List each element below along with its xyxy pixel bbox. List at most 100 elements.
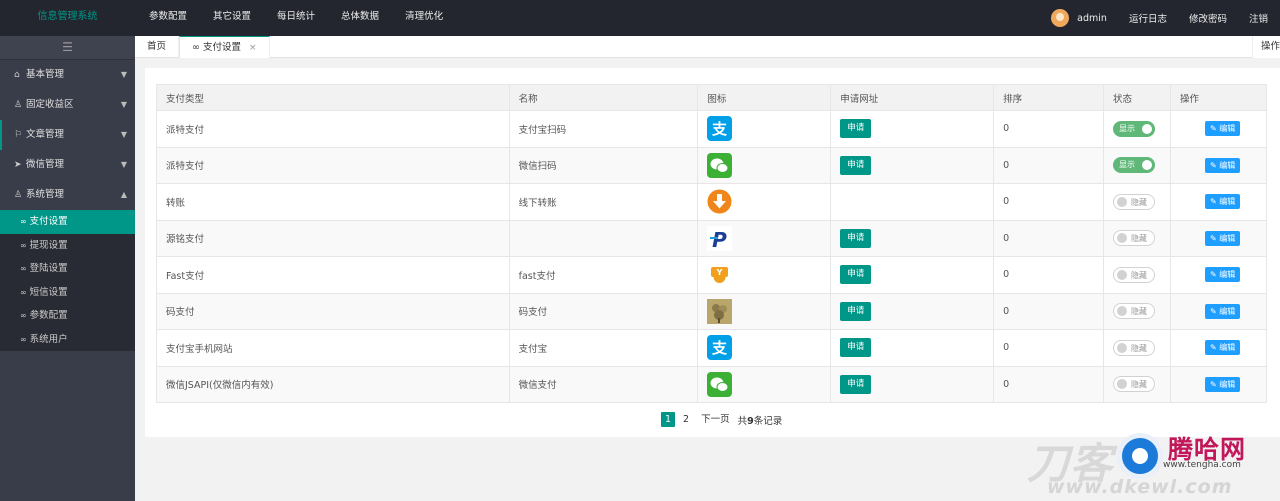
pagination: 1 2 下一页 共9条记录: [661, 412, 782, 427]
apply-url-cell: 申请: [830, 256, 995, 294]
apply-button[interactable]: 申请: [840, 374, 872, 394]
alipay-icon: 支: [707, 335, 733, 361]
actions-cell: ✎ 编辑: [1170, 219, 1267, 257]
edit-button[interactable]: ✎ 编辑: [1205, 340, 1241, 356]
sidebar-item-fixed-income[interactable]: ♙ 固定收益区 ▼: [0, 90, 135, 120]
logout-link[interactable]: 注销: [1249, 11, 1268, 25]
edit-button[interactable]: ✎ 编辑: [1205, 376, 1241, 392]
column-header: 申请网址: [830, 84, 995, 111]
payment-name-cell: 支付宝扫码: [508, 110, 699, 148]
payment-type-cell: 码支付: [156, 292, 510, 330]
chevron-down-icon: ▼: [120, 100, 127, 109]
actions-cell: ✎ 编辑: [1170, 365, 1267, 403]
topnav-item-other-settings[interactable]: 其它设置: [200, 0, 264, 36]
run-log-link[interactable]: 运行日志: [1129, 11, 1167, 25]
status-toggle[interactable]: 隐藏: [1113, 193, 1156, 210]
username[interactable]: admin: [1077, 13, 1107, 24]
edit-label: 编辑: [1219, 197, 1236, 207]
user-area: admin 运行日志 修改密码 注销: [1051, 0, 1280, 36]
sidebar-toggle-icon[interactable]: ☰: [0, 36, 135, 60]
submenu-item-sms-settings[interactable]: ∞ 短信设置: [0, 281, 135, 305]
alipay-icon: 支: [707, 116, 733, 142]
chevron-down-icon: ▼: [120, 130, 127, 139]
submenu-item-param-config[interactable]: ∞ 参数配置: [0, 304, 135, 328]
submenu-item-system-users[interactable]: ∞ 系统用户: [0, 328, 135, 352]
status-toggle[interactable]: 显示: [1113, 157, 1156, 174]
wechat-icon: [707, 152, 733, 178]
tab-operations-button[interactable]: 操作: [1251, 36, 1280, 58]
apply-url-cell: [830, 183, 995, 221]
actions-cell: ✎ 编辑: [1170, 329, 1267, 367]
sort-cell: 0: [993, 329, 1105, 367]
status-toggle[interactable]: 显示: [1113, 120, 1156, 137]
payment-name-cell: [508, 219, 699, 257]
submenu-item-login-settings[interactable]: ∞ 登陆设置: [0, 257, 135, 281]
submenu-item-payment-settings[interactable]: ∞ 支付设置: [0, 210, 135, 234]
link-icon: ∞: [20, 334, 27, 344]
apply-button[interactable]: 申请: [840, 265, 872, 285]
payment-name-cell: 码支付: [508, 292, 699, 330]
table-row: 派特支付 支付宝扫码支 申请 0 显示 ✎ 编辑: [156, 110, 1267, 148]
topnav-item-daily-stats[interactable]: 每日统计: [264, 0, 328, 36]
topnav-item-cleanup[interactable]: 清理优化: [392, 0, 456, 36]
table-row: 码支付 码支付 申请 0 隐藏 ✎ 编辑: [156, 292, 1267, 330]
fast-pay-icon: Y: [707, 262, 733, 288]
sidebar-item-basic[interactable]: ⌂ 基本管理 ▼: [0, 60, 135, 90]
page-1-button[interactable]: 1: [661, 412, 676, 427]
svg-text:P: P: [713, 228, 728, 251]
column-header: 操作: [1170, 84, 1267, 111]
pencil-icon: ✎: [1210, 379, 1220, 389]
edit-button[interactable]: ✎ 编辑: [1205, 303, 1241, 319]
sidebar-item-label: 系统管理: [26, 189, 65, 200]
tab-payment-settings[interactable]: ∞ 支付设置 ×: [179, 36, 270, 58]
status-cell: 隐藏: [1103, 256, 1171, 294]
total-suffix: 条记录: [753, 415, 783, 427]
content-panel: 支付类型 名称 图标 申请网址 排序 状态 操作 派特支付 支付宝扫码支申请 0 显示…: [145, 68, 1280, 437]
edit-button[interactable]: ✎ 编辑: [1205, 194, 1241, 210]
edit-button[interactable]: ✎ 编辑: [1205, 267, 1241, 283]
edit-button[interactable]: ✎ 编辑: [1205, 121, 1241, 137]
submenu-item-withdraw-settings[interactable]: ∞ 提现设置: [0, 234, 135, 258]
edit-label: 编辑: [1219, 343, 1236, 353]
column-header: 支付类型: [156, 84, 510, 111]
apply-button[interactable]: 申请: [840, 338, 872, 358]
next-page-button[interactable]: 下一页: [697, 412, 734, 427]
apply-button[interactable]: 申请: [840, 301, 872, 321]
pencil-icon: ✎: [1210, 160, 1220, 170]
payment-icon-cell: [697, 183, 832, 221]
topnav-item-params[interactable]: 参数配置: [136, 0, 200, 36]
sidebar-item-wechat[interactable]: ➤ 微信管理 ▼: [0, 150, 135, 180]
link-icon: ∞: [20, 311, 27, 320]
system-submenu: ∞ 支付设置 ∞ 提现设置 ∞ 登陆设置 ∞ 短信设置 ∞ 参数配置 ∞ 系统用户: [0, 210, 135, 351]
table-body: 派特支付 支付宝扫码支申请 0 显示 ✎ 编辑 派特支付 微信扫码 申请 0 显示 ✎ 编辑 转账 线下…: [156, 110, 1267, 403]
payment-type-cell: 微信JSAPI(仅微信内有效): [156, 365, 510, 403]
close-icon[interactable]: ×: [249, 43, 257, 53]
status-toggle[interactable]: 隐藏: [1113, 303, 1156, 320]
apply-url-cell: 申请: [830, 365, 995, 403]
avatar[interactable]: [1051, 9, 1070, 27]
actions-cell: ✎ 编辑: [1170, 183, 1267, 221]
sidebar-item-system[interactable]: ♙ 系统管理 ▲: [0, 180, 135, 210]
change-password-link[interactable]: 修改密码: [1189, 11, 1227, 25]
edit-button[interactable]: ✎ 编辑: [1205, 157, 1241, 173]
tab-home[interactable]: 首页: [135, 36, 180, 58]
sidebar-item-articles[interactable]: ⚐ 文章管理 ▼: [0, 120, 135, 150]
status-toggle[interactable]: 隐藏: [1113, 230, 1156, 247]
apply-button[interactable]: 申请: [840, 228, 872, 248]
table-row: 转账 线下转账 0 隐藏 ✎ 编辑: [156, 183, 1267, 221]
apply-button[interactable]: 申请: [840, 119, 872, 139]
watermark: 刀客 腾哈网 www.tengha.com www.dkewl.com: [1027, 428, 1280, 501]
apply-button[interactable]: 申请: [840, 155, 872, 175]
table-row: 支付宝手机网站 支付宝支 申请 0 隐藏 ✎ 编辑: [156, 329, 1267, 367]
apply-url-cell: 申请: [830, 219, 995, 257]
page-2-button[interactable]: 2: [679, 412, 693, 427]
status-toggle[interactable]: 隐藏: [1113, 376, 1156, 393]
edit-button[interactable]: ✎ 编辑: [1205, 230, 1241, 246]
svg-text:支: 支: [711, 339, 728, 357]
topnav-item-overall-data[interactable]: 总体数据: [328, 0, 392, 36]
app-logo-title[interactable]: 信息管理系统: [0, 0, 135, 36]
submenu-label: 提现设置: [29, 239, 68, 251]
status-toggle[interactable]: 隐藏: [1113, 339, 1156, 356]
status-toggle[interactable]: 隐藏: [1113, 266, 1156, 283]
submenu-label: 登陆设置: [29, 263, 68, 274]
